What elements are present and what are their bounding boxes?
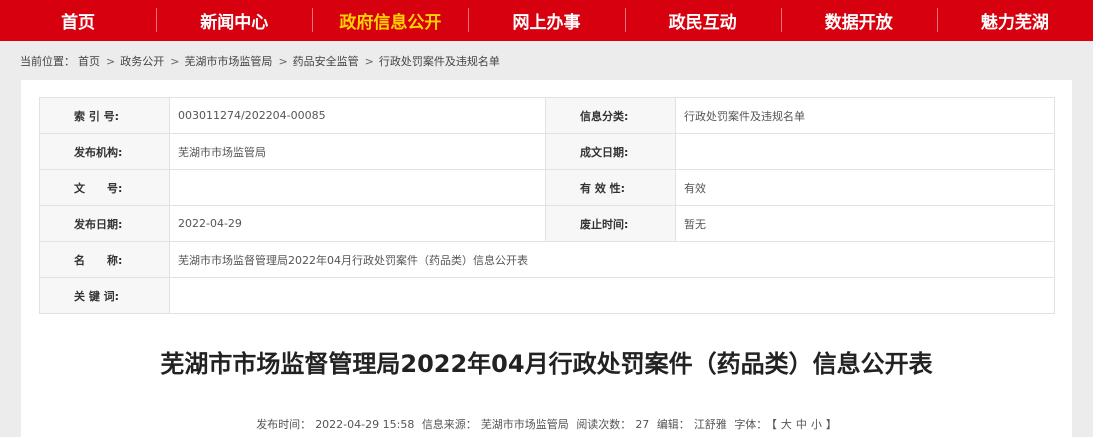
nav-item-home[interactable]: 首页 <box>0 0 156 41</box>
breadcrumb-link-drug-safety[interactable]: 药品安全监管 <box>293 55 359 68</box>
meta-value-category: 行政处罚案件及违规名单 <box>675 97 1055 134</box>
main-nav: 首页 新闻中心 政府信息公开 网上办事 政民互动 数据开放 魅力芜湖 <box>0 0 1093 41</box>
breadcrumb-prefix: 当前位置： <box>20 55 75 68</box>
chevron-right-icon: > <box>278 55 288 68</box>
document-meta-table: 索 引 号: 003011274/202204-00085 信息分类: 行政处罚… <box>39 97 1055 314</box>
meta-label-doc-no: 文 号: <box>39 169 170 206</box>
content-card: 索 引 号: 003011274/202204-00085 信息分类: 行政处罚… <box>21 80 1072 437</box>
views-value: 27 <box>635 418 650 431</box>
editor-label: 编辑： <box>656 418 690 431</box>
nav-item-online-services[interactable]: 网上办事 <box>468 0 624 41</box>
meta-label-publish-date: 发布日期: <box>39 205 170 242</box>
meta-row: 索 引 号: 003011274/202204-00085 信息分类: 行政处罚… <box>39 97 1055 134</box>
meta-row: 文 号: 有 效 性: 有效 <box>39 169 1055 206</box>
font-size-large-button[interactable]: 大 <box>781 418 792 431</box>
meta-row: 名 称: 芜湖市市场监督管理局2022年04月行政处罚案件（药品类）信息公开表 <box>39 241 1055 278</box>
source-value: 芜湖市市场监管局 <box>480 418 569 431</box>
meta-row: 关 键 词: <box>39 277 1055 314</box>
nav-item-open-data[interactable]: 数据开放 <box>780 0 937 41</box>
font-size-bracket-close: 】 <box>825 418 837 431</box>
meta-value-doc-no <box>169 169 546 206</box>
editor-value: 江舒雅 <box>693 418 727 431</box>
meta-label-written-date: 成文日期: <box>545 133 676 170</box>
breadcrumb-link-home[interactable]: 首页 <box>78 55 100 68</box>
meta-label-index-no: 索 引 号: <box>39 97 170 134</box>
meta-label-name: 名 称: <box>39 241 170 278</box>
chevron-right-icon: > <box>106 55 116 68</box>
meta-value-validity: 有效 <box>675 169 1055 206</box>
chevron-right-icon: > <box>364 55 374 68</box>
meta-label-validity: 有 效 性: <box>545 169 676 206</box>
meta-value-expiry: 暂无 <box>675 205 1055 242</box>
views-label: 阅读次数： <box>576 418 632 431</box>
publish-time-label: 发布时间： <box>256 418 312 431</box>
meta-row: 发布机构: 芜湖市市场监管局 成文日期: <box>39 133 1055 170</box>
meta-value-keywords <box>169 277 1055 314</box>
breadcrumb-link-bureau[interactable]: 芜湖市市场监管局 <box>184 55 272 68</box>
meta-value-publish-date: 2022-04-29 <box>169 205 546 242</box>
meta-label-expiry: 废止时间: <box>545 205 676 242</box>
nav-item-interaction[interactable]: 政民互动 <box>624 0 781 41</box>
font-size-bracket-open: 【 <box>771 418 777 431</box>
article-info-bar: 发布时间： 2022-04-29 15:58 信息来源： 芜湖市市场监管局 阅读次数… <box>21 416 1072 432</box>
publish-time-value: 2022-04-29 15:58 <box>315 418 415 431</box>
source-label: 信息来源： <box>421 418 477 431</box>
breadcrumb-link-penalty-cases[interactable]: 行政处罚案件及违规名单 <box>379 55 500 68</box>
nav-item-gov-info[interactable]: 政府信息公开 <box>312 0 468 41</box>
breadcrumb: 当前位置： 首页 > 政务公开 > 芜湖市市场监管局 > 药品安全监管 > 行政处罚案件及违规名单 <box>20 53 503 69</box>
meta-label-publisher: 发布机构: <box>39 133 170 170</box>
meta-value-publisher: 芜湖市市场监管局 <box>169 133 546 170</box>
meta-row: 发布日期: 2022-04-29 废止时间: 暂无 <box>39 205 1055 242</box>
font-size-medium-button[interactable]: 中 <box>796 418 807 431</box>
font-size-label: 字体： <box>734 418 768 431</box>
meta-label-category: 信息分类: <box>545 97 676 134</box>
font-size-small-button[interactable]: 小 <box>811 418 822 431</box>
meta-value-written-date <box>675 133 1055 170</box>
meta-label-keywords: 关 键 词: <box>39 277 170 314</box>
nav-item-charm-wuhu[interactable]: 魅力芜湖 <box>936 0 1093 41</box>
breadcrumb-link-gov-affairs[interactable]: 政务公开 <box>120 55 164 68</box>
meta-value-index-no: 003011274/202204-00085 <box>169 97 546 134</box>
chevron-right-icon: > <box>170 55 180 68</box>
article-title: 芜湖市市场监督管理局2022年04月行政处罚案件（药品类）信息公开表 <box>160 350 933 378</box>
meta-value-name: 芜湖市市场监督管理局2022年04月行政处罚案件（药品类）信息公开表 <box>169 241 1055 278</box>
nav-item-news[interactable]: 新闻中心 <box>156 0 312 41</box>
